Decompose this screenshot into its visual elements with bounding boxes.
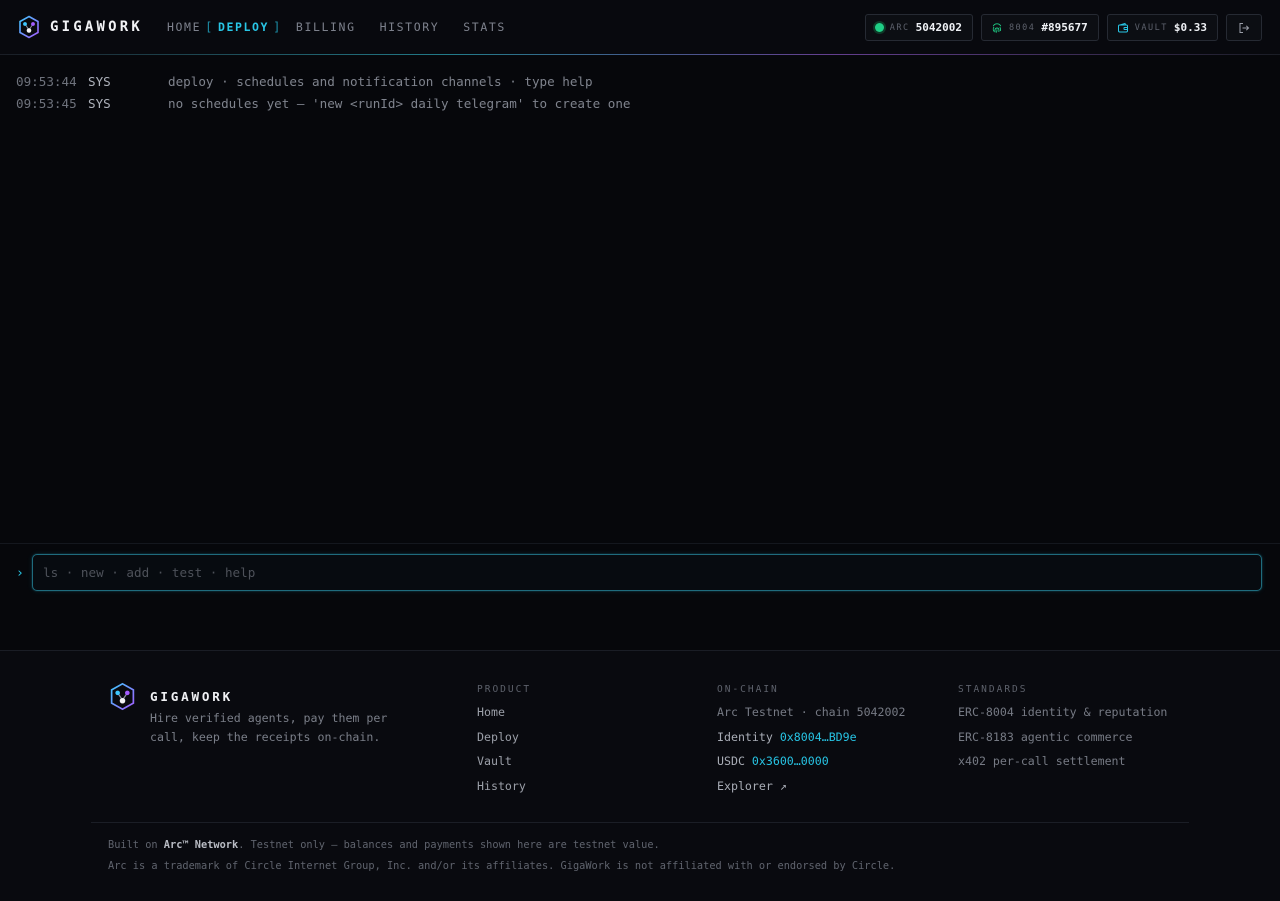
nav-stats[interactable]: STATS <box>463 20 506 34</box>
footer-note-suffix: . Testnet only — balances and payments s… <box>238 839 660 851</box>
footer: GIGAWORK Hire verified agents, pay them … <box>0 650 1280 901</box>
footer-tagline: Hire verified agents, pay them per call,… <box>150 711 388 744</box>
footer-usdc-row: USDC 0x3600…0000 <box>717 754 905 779</box>
footer-trademark-note: Arc is a trademark of Circle Internet Gr… <box>108 860 896 872</box>
gigawork-logo-icon <box>19 15 39 39</box>
nav-deploy[interactable]: [ DEPLOY ] <box>205 20 282 34</box>
footer-brand: GIGAWORK Hire verified agents, pay them … <box>109 682 387 744</box>
footer-note-prefix: Built on <box>108 839 164 851</box>
footer-standards-heading: STANDARDS <box>958 684 1028 695</box>
footer-divider <box>91 822 1189 823</box>
log-message: no schedules yet — 'new <runId> daily te… <box>168 95 631 111</box>
footer-standard-item: ERC-8183 agentic commerce <box>958 729 1133 744</box>
footer-identity-row: Identity 0x8004…BD9e <box>717 730 905 755</box>
footer-network-info: Arc Testnet · chain 5042002 <box>717 705 906 719</box>
footer-link-deploy[interactable]: Deploy <box>477 730 531 755</box>
footer-built-on-note: Built on Arc™ Network. Testnet only — ba… <box>108 839 660 851</box>
vault-chip-key: VAULT <box>1134 22 1168 33</box>
fingerprint-icon <box>992 22 1002 33</box>
footer-link-history[interactable]: History <box>477 779 531 804</box>
footer-standard-item: ERC-8004 identity & reputation <box>958 705 1168 719</box>
arc-chip-value: 5042002 <box>915 21 962 34</box>
log-source: SYS <box>88 95 111 111</box>
identity-chip[interactable]: 8004 #895677 <box>980 14 1099 41</box>
nav-deploy-label: DEPLOY <box>217 20 270 34</box>
log-line: 09:53:45 SYS no schedules yet — 'new <ru… <box>16 92 631 114</box>
vault-chip-value: $0.33 <box>1173 21 1207 34</box>
command-bar: › <box>0 543 1280 651</box>
status-chips: ARC 5042002 8004 #895677 VAULT $0.33 <box>864 14 1262 41</box>
log-time: 09:53:44 <box>16 73 77 89</box>
footer-identity-address-link[interactable]: 0x8004…BD9e <box>780 730 857 744</box>
footer-link-vault[interactable]: Vault <box>477 754 531 779</box>
brand[interactable]: GIGAWORK <box>18 15 143 39</box>
nav-billing[interactable]: BILLING <box>296 20 356 34</box>
command-input[interactable] <box>32 554 1262 591</box>
footer-note-network: Arc™ Network <box>163 839 239 851</box>
vault-chip[interactable]: VAULT $0.33 <box>1106 14 1218 41</box>
log-line: 09:53:44 SYS deploy · schedules and noti… <box>16 70 631 92</box>
identity-chip-value: #895677 <box>1041 21 1088 34</box>
console-log: 09:53:44 SYS deploy · schedules and noti… <box>16 70 631 114</box>
nav-home[interactable]: HOME <box>167 20 201 34</box>
footer-usdc-label: USDC <box>717 754 745 769</box>
bracket-right-icon: ] <box>273 20 282 34</box>
log-source: SYS <box>88 73 111 89</box>
prompt-chevron-icon: › <box>16 566 24 581</box>
nav-history[interactable]: HISTORY <box>380 20 440 34</box>
status-dot-icon <box>874 23 884 32</box>
main-nav: HOME [ DEPLOY ] BILLING HISTORY STATS <box>167 0 530 54</box>
identity-chip-key: 8004 <box>1008 22 1036 33</box>
footer-product-heading: PRODUCT <box>477 684 532 695</box>
footer-product-column: PRODUCT Home Deploy Vault History <box>477 684 531 803</box>
logout-icon <box>1239 22 1250 33</box>
wallet-icon <box>1117 22 1128 32</box>
footer-brand-name: GIGAWORK <box>150 689 234 704</box>
log-time: 09:53:45 <box>16 95 77 111</box>
logout-button[interactable] <box>1226 14 1262 41</box>
top-bar: GIGAWORK HOME [ DEPLOY ] BILLING HISTORY… <box>0 0 1280 55</box>
footer-onchain-column: ON-CHAIN Arc Testnet · chain 5042002 Ide… <box>717 684 905 803</box>
footer-standard-item: x402 per-call settlement <box>958 754 1126 769</box>
footer-onchain-heading: ON-CHAIN <box>717 684 779 695</box>
brand-name: GIGAWORK <box>50 19 144 35</box>
footer-identity-label: Identity <box>717 729 773 744</box>
bracket-left-icon: [ <box>205 20 214 34</box>
footer-explorer-link[interactable]: Explorer ↗ <box>717 779 905 804</box>
arc-chain-chip[interactable]: ARC 5042002 <box>864 14 973 41</box>
footer-link-home[interactable]: Home <box>477 705 531 730</box>
footer-usdc-address-link[interactable]: 0x3600…0000 <box>752 754 829 768</box>
gigawork-logo-icon <box>110 682 135 711</box>
log-message: deploy · schedules and notification chan… <box>168 73 593 89</box>
footer-standards-column: STANDARDS ERC-8004 identity & reputation… <box>958 684 1167 779</box>
arc-chip-key: ARC <box>889 22 910 33</box>
